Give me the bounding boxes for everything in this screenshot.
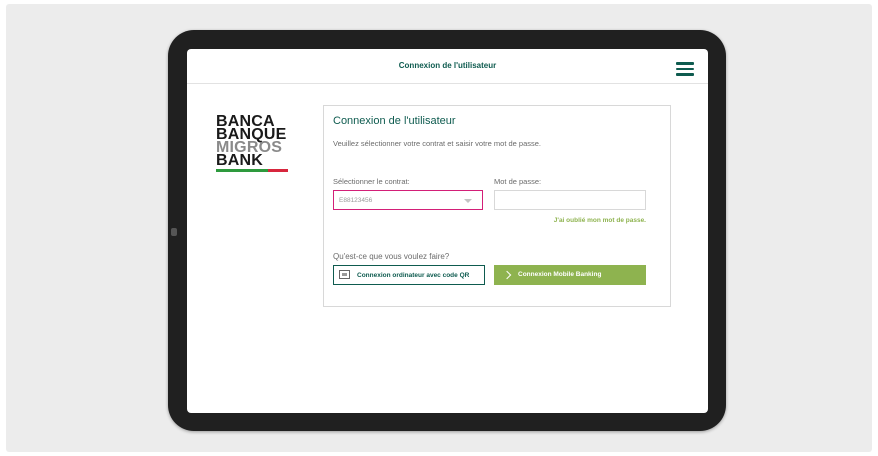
- contract-select[interactable]: E88123456: [333, 190, 483, 210]
- bank-logo: BANCA BANQUE MIGROS BANK: [216, 114, 288, 172]
- mobile-banking-label: Connexion Mobile Banking: [518, 271, 602, 278]
- contract-label: Sélectionner le contrat:: [333, 177, 410, 186]
- login-card: Connexion de l'utilisateur Veuillez séle…: [323, 105, 671, 307]
- login-description: Veuillez sélectionner votre contrat et s…: [333, 139, 542, 148]
- login-title: Connexion de l'utilisateur: [333, 115, 456, 127]
- password-label: Mot de passe:: [494, 177, 542, 186]
- forgot-password-link[interactable]: J'ai oublié mon mot de passe.: [554, 217, 646, 224]
- top-bar: Connexion de l'utilisateur: [187, 49, 708, 84]
- chevron-right-icon: [502, 270, 512, 280]
- hamburger-menu-icon[interactable]: [676, 62, 694, 76]
- tablet-side-button: [171, 228, 177, 236]
- qr-login-button[interactable]: Connexion ordinateur avec code QR: [333, 265, 485, 285]
- contract-select-value: E88123456: [339, 197, 373, 204]
- password-field[interactable]: [494, 190, 646, 210]
- page-title: Connexion de l'utilisateur: [398, 61, 497, 70]
- computer-icon: [339, 270, 350, 279]
- tablet-screen: Connexion de l'utilisateur BANCA BANQUE …: [187, 49, 708, 413]
- mobile-banking-button[interactable]: Connexion Mobile Banking: [494, 265, 646, 285]
- action-question: Qu'est-ce que vous voulez faire?: [333, 252, 450, 261]
- logo-color-bar: [216, 169, 288, 172]
- qr-login-label: Connexion ordinateur avec code QR: [357, 272, 470, 279]
- chevron-down-icon: [464, 199, 472, 203]
